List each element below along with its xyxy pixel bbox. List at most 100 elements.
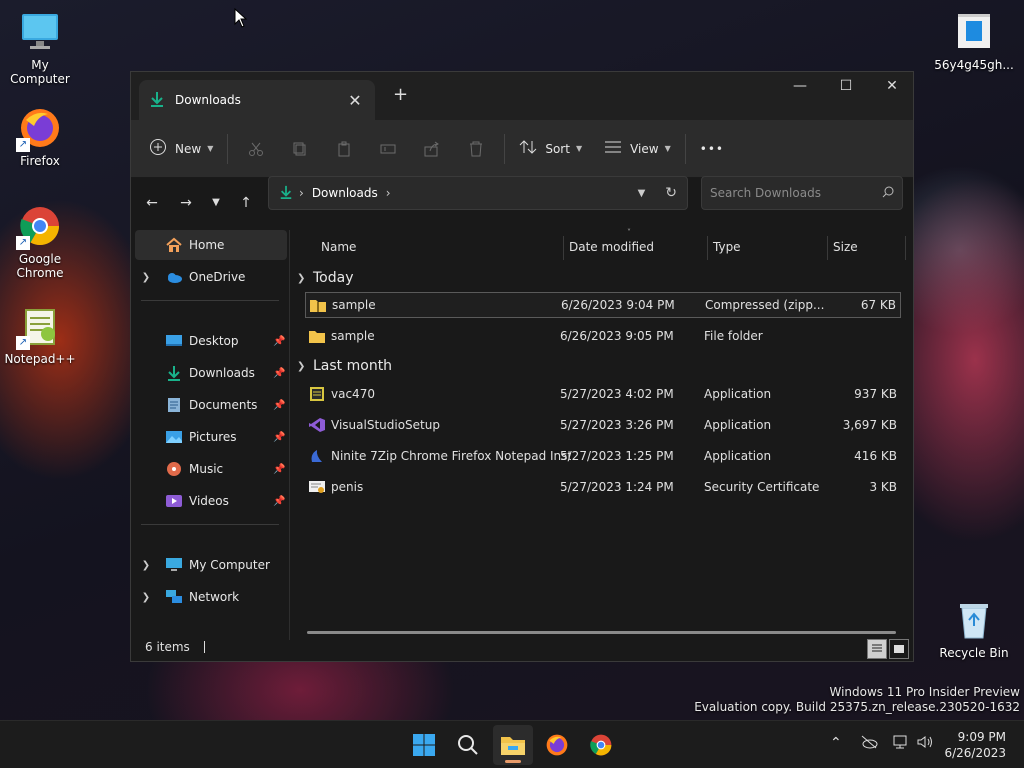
sidebar-item-network[interactable]: ❯ Network (135, 582, 287, 612)
volume-icon[interactable] (916, 735, 934, 753)
videos-icon (165, 493, 183, 509)
sidebar-item-label: Videos (189, 494, 229, 508)
minimize-button[interactable]: — (777, 72, 823, 102)
cloud-offline-icon[interactable] (860, 735, 878, 753)
view-button[interactable]: View ▼ (596, 131, 679, 167)
search-input[interactable] (710, 186, 882, 200)
app-icon (308, 386, 326, 402)
breadcrumb-downloads[interactable]: Downloads (312, 186, 378, 200)
sidebar-item-downloads[interactable]: Downloads 📌 (135, 358, 287, 388)
tiles-view-button[interactable] (889, 639, 909, 659)
clock-time: 9:09 PM (957, 730, 1006, 744)
recycle-bin-icon (952, 598, 996, 642)
delete-icon[interactable] (460, 131, 492, 167)
desktop-icon-firefox[interactable]: ↗ Firefox (0, 106, 80, 168)
file-row[interactable]: sample 6/26/2023 9:05 PM File folder (305, 323, 901, 349)
desktop-icon-label: My Computer (10, 58, 70, 86)
paste-icon[interactable] (328, 131, 360, 167)
expand-chevron-icon[interactable]: ❯ (135, 272, 157, 283)
sidebar-item-documents[interactable]: Documents 📌 (135, 390, 287, 420)
new-button[interactable]: New ▼ (141, 131, 221, 167)
expand-chevron-icon[interactable]: ❯ (135, 592, 157, 603)
pin-icon: 📌 (273, 399, 286, 411)
recent-chevron-icon[interactable]: ▼ (203, 190, 229, 216)
file-name: penis (331, 480, 364, 494)
pane-splitter[interactable] (289, 230, 290, 640)
file-row[interactable]: Ninite 7Zip Chrome Firefox Notepad Inst.… (305, 443, 901, 469)
desktop-icon-my-computer[interactable]: My Computer (0, 10, 80, 86)
file-row[interactable]: VisualStudioSetup 5/27/2023 3:26 PM Appl… (305, 412, 901, 438)
taskbar-file-explorer[interactable] (493, 725, 533, 765)
up-arrow-icon[interactable]: ↑ (233, 190, 259, 216)
share-icon[interactable] (416, 131, 448, 167)
desktop-icon-recycle-bin[interactable]: Recycle Bin (934, 598, 1014, 660)
refresh-icon[interactable]: ↻ (665, 185, 677, 201)
chrome-icon: ↗ (16, 204, 62, 250)
file-row[interactable]: penis 5/27/2023 1:24 PM Security Certifi… (305, 474, 901, 500)
pin-icon: 📌 (273, 431, 286, 443)
show-hidden-icons-chevron-icon[interactable]: ⌃ (830, 735, 842, 751)
forward-arrow-icon[interactable]: → (173, 190, 199, 216)
sidebar-item-pictures[interactable]: Pictures 📌 (135, 422, 287, 452)
taskbar-search-button[interactable] (448, 725, 488, 765)
firefox-icon (546, 734, 568, 756)
system-clock[interactable]: 9:09 PM 6/26/2023 (944, 729, 1006, 761)
column-header-name[interactable]: Name (321, 240, 356, 254)
toolbar-separator (227, 133, 229, 164)
column-header-type[interactable]: Type (713, 240, 741, 254)
sort-button[interactable]: Sort ▼ (511, 131, 590, 167)
collapse-chevron-icon[interactable]: ❯ (297, 273, 313, 284)
taskbar-firefox[interactable] (537, 725, 577, 765)
desktop-icon-chrome[interactable]: ↗ Google Chrome (0, 204, 80, 280)
file-explorer-icon (501, 737, 525, 755)
group-header-last-month[interactable]: ❯ Last month (297, 354, 392, 378)
file-size: 3 KB (869, 480, 897, 494)
back-arrow-icon[interactable]: ← (139, 190, 165, 216)
tab-close-icon[interactable]: ✕ (345, 91, 365, 110)
sidebar-item-desktop[interactable]: Desktop 📌 (135, 326, 287, 356)
collapse-chevron-icon[interactable]: ❯ (297, 361, 313, 372)
file-row[interactable]: sample 6/26/2023 9:04 PM Compressed (zip… (305, 292, 901, 318)
shortcut-arrow-icon: ↗ (16, 236, 30, 250)
sidebar-item-home[interactable]: Home (135, 230, 287, 260)
file-row[interactable]: vac470 5/27/2023 4:02 PM Application 937… (305, 381, 901, 407)
tab-downloads[interactable]: Downloads ✕ (139, 80, 375, 120)
folder-icon (308, 328, 326, 344)
desktop-icon-document[interactable]: 56y4g45gh... (934, 10, 1014, 72)
network-status-icon[interactable] (892, 735, 910, 753)
close-button[interactable]: ✕ (869, 72, 915, 102)
address-bar[interactable]: › Downloads › ▼ ↻ (268, 176, 688, 210)
cloud-icon (165, 269, 183, 285)
column-separator[interactable] (827, 236, 828, 260)
search-icon[interactable] (882, 186, 894, 201)
expand-chevron-icon[interactable]: ❯ (135, 560, 157, 571)
sidebar-item-my-computer[interactable]: ❯ My Computer (135, 550, 287, 580)
sidebar-item-onedrive[interactable]: ❯ OneDrive (135, 262, 287, 292)
column-separator[interactable] (707, 236, 708, 260)
column-separator[interactable] (905, 236, 906, 260)
cut-icon[interactable] (240, 131, 272, 167)
details-view-button[interactable] (867, 639, 887, 659)
copy-icon[interactable] (284, 131, 316, 167)
group-header-today[interactable]: ❯ Today (297, 266, 354, 290)
command-bar: New ▼ Sort ▼ View ▼ ••• (131, 120, 913, 178)
sidebar-item-videos[interactable]: Videos 📌 (135, 486, 287, 516)
new-tab-button[interactable]: + (393, 84, 408, 105)
sidebar-item-label: Desktop (189, 334, 239, 348)
maximize-button[interactable]: ☐ (823, 72, 869, 102)
desktop-icon-notepadpp[interactable]: ↗ Notepad++ (0, 304, 80, 366)
notepad-plus-plus-icon: ↗ (16, 304, 62, 350)
address-dropdown-chevron-icon[interactable]: ▼ (638, 188, 646, 199)
rename-icon[interactable] (372, 131, 404, 167)
start-button[interactable] (404, 725, 444, 765)
taskbar-chrome[interactable] (581, 725, 621, 765)
column-header-size[interactable]: Size (833, 240, 858, 254)
search-box[interactable] (701, 176, 903, 210)
breadcrumb-separator: › (299, 186, 304, 200)
column-header-date[interactable]: Date modified (569, 240, 654, 254)
more-options-button[interactable]: ••• (692, 131, 732, 167)
file-name: sample (331, 329, 375, 343)
sidebar-item-music[interactable]: Music 📌 (135, 454, 287, 484)
windows-logo-icon (413, 734, 435, 756)
column-separator[interactable] (563, 236, 564, 260)
